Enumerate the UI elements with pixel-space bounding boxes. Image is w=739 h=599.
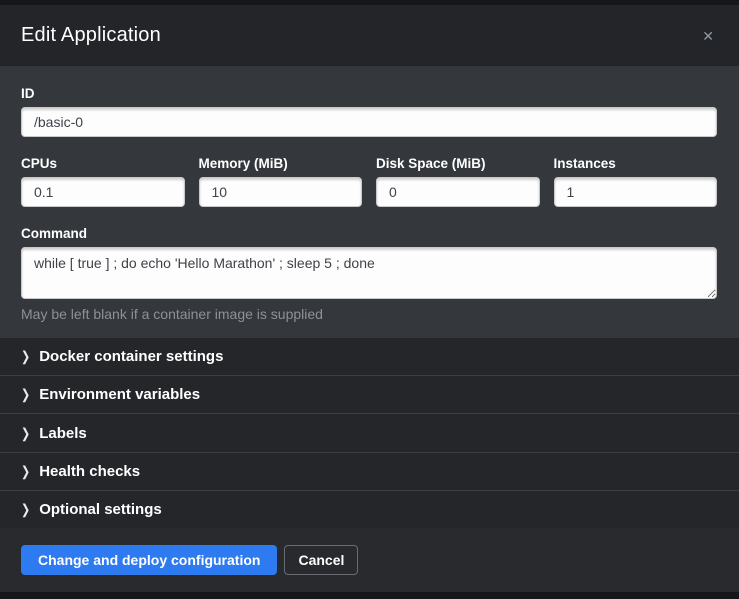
id-input[interactable] <box>21 107 717 137</box>
chevron-right-icon: ❯ <box>21 348 30 364</box>
memory-field-group: Memory (MiB) <box>199 156 363 207</box>
change-and-deploy-button[interactable]: Change and deploy configuration <box>21 545 277 575</box>
memory-label: Memory (MiB) <box>199 156 363 171</box>
memory-input[interactable] <box>199 177 363 207</box>
chevron-right-icon: ❯ <box>21 425 30 441</box>
command-textarea[interactable]: while [ true ] ; do echo 'Hello Marathon… <box>21 247 717 299</box>
section-labels[interactable]: ❯ Labels <box>0 413 739 451</box>
section-label: Optional settings <box>39 501 162 518</box>
instances-label: Instances <box>554 156 718 171</box>
command-field-group: Command while [ true ] ; do echo 'Hello … <box>21 226 717 322</box>
instances-field-group: Instances <box>554 156 718 207</box>
id-label: ID <box>21 86 717 101</box>
section-docker-container-settings[interactable]: ❯ Docker container settings <box>0 338 739 375</box>
disk-field-group: Disk Space (MiB) <box>376 156 540 207</box>
cpus-label: CPUs <box>21 156 185 171</box>
resources-row: CPUs Memory (MiB) Disk Space (MiB) Insta… <box>21 156 717 207</box>
section-label: Environment variables <box>39 386 200 403</box>
id-field-group: ID <box>21 86 717 137</box>
chevron-right-icon: ❯ <box>21 501 30 517</box>
section-health-checks[interactable]: ❯ Health checks <box>0 452 739 490</box>
edit-application-modal: Edit Application ✕ ID CPUs Memory (MiB) … <box>0 5 739 592</box>
cpus-field-group: CPUs <box>21 156 185 207</box>
section-optional-settings[interactable]: ❯ Optional settings <box>0 490 739 528</box>
disk-input[interactable] <box>376 177 540 207</box>
command-label: Command <box>21 226 717 241</box>
cpus-input[interactable] <box>21 177 185 207</box>
page-title: Edit Application <box>21 24 161 47</box>
section-label: Health checks <box>39 463 140 480</box>
instances-input[interactable] <box>554 177 718 207</box>
section-environment-variables[interactable]: ❯ Environment variables <box>0 375 739 413</box>
command-help-text: May be left blank if a container image i… <box>21 306 717 322</box>
close-icon[interactable]: ✕ <box>698 27 718 45</box>
cancel-button[interactable]: Cancel <box>284 545 358 575</box>
chevron-right-icon: ❯ <box>21 387 30 403</box>
section-label: Docker container settings <box>39 348 223 365</box>
application-form: ID CPUs Memory (MiB) Disk Space (MiB) In… <box>0 66 739 338</box>
settings-accordion: ❯ Docker container settings ❯ Environmen… <box>0 338 739 528</box>
chevron-right-icon: ❯ <box>21 463 30 479</box>
modal-header: Edit Application ✕ <box>0 5 739 66</box>
modal-footer: Change and deploy configuration Cancel <box>0 528 739 592</box>
disk-label: Disk Space (MiB) <box>376 156 540 171</box>
section-label: Labels <box>39 425 87 442</box>
